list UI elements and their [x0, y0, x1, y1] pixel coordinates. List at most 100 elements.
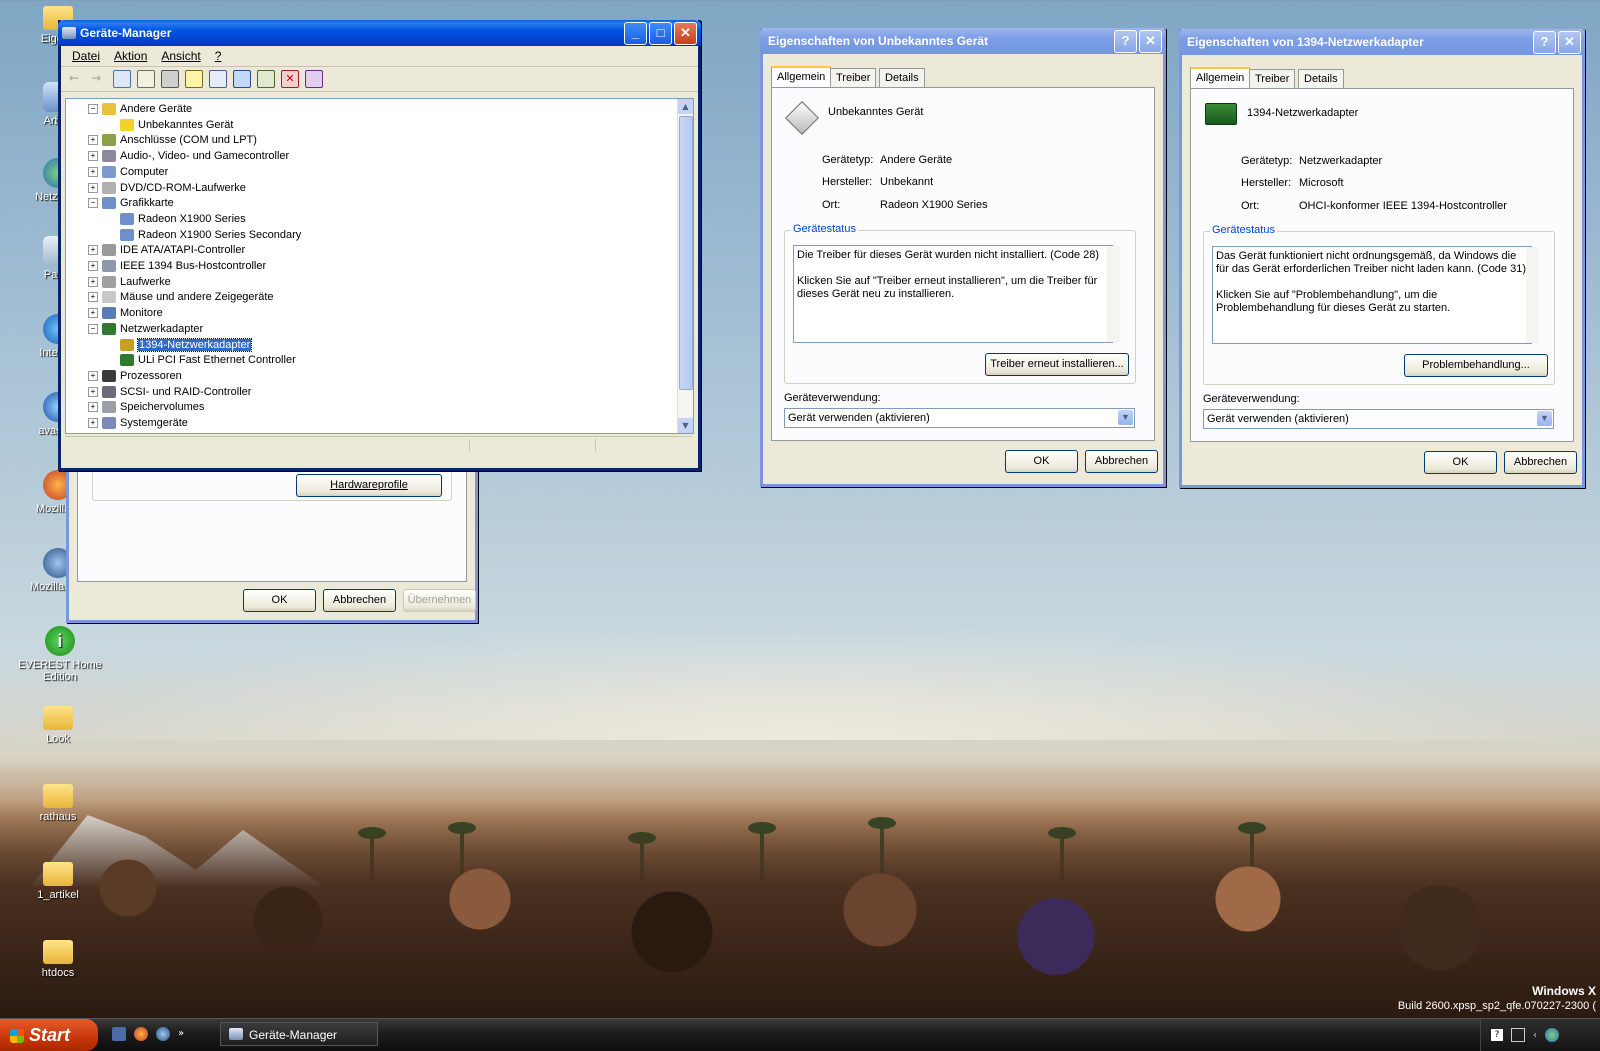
- expand-icon[interactable]: +: [88, 386, 98, 397]
- tree-item[interactable]: + Monitore: [88, 305, 163, 321]
- window-tray-icon[interactable]: [1511, 1028, 1525, 1042]
- scan-hardware-icon[interactable]: [233, 70, 251, 88]
- expand-icon[interactable]: +: [88, 276, 98, 287]
- tree-item[interactable]: Unbekanntes Gerät: [120, 117, 233, 133]
- menu-ansicht[interactable]: Ansicht: [154, 49, 207, 63]
- ok-button[interactable]: OK: [1005, 450, 1078, 473]
- disable-device-icon[interactable]: [305, 70, 323, 88]
- network-tray-icon[interactable]: [1545, 1028, 1559, 1042]
- collapse-icon[interactable]: −: [88, 198, 98, 209]
- print-icon[interactable]: [161, 70, 179, 88]
- device-usage-select[interactable]: Gerät verwenden (aktivieren) ▼: [784, 408, 1135, 428]
- tree-item[interactable]: ULi PCI Fast Ethernet Controller: [120, 352, 296, 368]
- properties-icon[interactable]: [137, 70, 155, 88]
- chevron-down-icon[interactable]: ▼: [1118, 410, 1133, 425]
- expand-icon[interactable]: +: [88, 182, 98, 193]
- expand-icon[interactable]: +: [88, 370, 98, 381]
- taskbar-button-device-manager[interactable]: Geräte-Manager: [220, 1022, 378, 1046]
- device-tree[interactable]: − Andere Geräte Unbekanntes Gerät + Anschlüs…: [65, 98, 694, 434]
- network-adapter-titlebar[interactable]: Eigenschaften von 1394-Netzwerkadapter ?…: [1179, 29, 1585, 55]
- expand-icon[interactable]: +: [88, 292, 98, 303]
- apply-button[interactable]: Übernehmen: [403, 589, 476, 612]
- collapse-icon[interactable]: −: [88, 323, 98, 334]
- tree-item[interactable]: + Prozessoren: [88, 368, 182, 384]
- help-tray-icon[interactable]: ?: [1491, 1029, 1503, 1041]
- chevron-left-icon[interactable]: ‹: [1533, 1030, 1537, 1041]
- tree-item[interactable]: + DVD/CD-ROM-Laufwerke: [88, 180, 246, 196]
- close-button[interactable]: ✕: [1558, 30, 1581, 54]
- desktop-icon[interactable]: rathaus: [18, 784, 98, 823]
- scroll-down-arrow-icon[interactable]: ▼: [678, 418, 693, 433]
- status-scrollbar[interactable]: [1526, 247, 1539, 343]
- start-button[interactable]: Start: [0, 1019, 98, 1051]
- device-manager-titlebar[interactable]: Geräte-Manager _ □ ✕: [58, 20, 701, 46]
- uninstall-icon[interactable]: ✕: [281, 70, 299, 88]
- chevron-right-icon[interactable]: »: [178, 1027, 184, 1043]
- thunderbird-icon[interactable]: [156, 1027, 170, 1041]
- menu-aktion[interactable]: Aktion: [107, 49, 154, 63]
- view-icon[interactable]: [209, 70, 227, 88]
- tree-item[interactable]: − Andere Geräte: [88, 101, 192, 117]
- tree-item[interactable]: Radeon X1900 Series: [120, 211, 246, 227]
- device-status-text[interactable]: Die Treiber für dieses Gerät wurden nich…: [793, 245, 1113, 343]
- unknown-device-titlebar[interactable]: Eigenschaften von Unbekanntes Gerät ? ✕: [760, 28, 1166, 54]
- close-button[interactable]: ✕: [674, 21, 697, 45]
- tree-item[interactable]: − Grafikkarte: [88, 195, 174, 211]
- help-button[interactable]: ?: [1114, 29, 1137, 53]
- tree-item[interactable]: + Audio-, Video- und Gamecontroller: [88, 148, 289, 164]
- tree-scrollbar[interactable]: ▲ ▼: [677, 99, 693, 433]
- chevron-down-icon[interactable]: ▼: [1537, 411, 1552, 426]
- ok-button[interactable]: OK: [1424, 451, 1497, 474]
- expand-icon[interactable]: +: [88, 308, 98, 319]
- show-hide-tree-icon[interactable]: [113, 70, 131, 88]
- menu-help[interactable]: ?: [208, 49, 229, 63]
- scroll-thumb[interactable]: [679, 116, 693, 390]
- desktop-icon[interactable]: htdocs: [18, 940, 98, 979]
- cancel-button[interactable]: Abbrechen: [1504, 451, 1577, 474]
- forward-arrow-icon[interactable]: →: [91, 71, 107, 87]
- cancel-button[interactable]: Abbrechen: [323, 589, 396, 612]
- expand-icon[interactable]: +: [88, 402, 98, 413]
- close-button[interactable]: ✕: [1139, 29, 1162, 53]
- desktop-icon[interactable]: i EVEREST Home Edition: [0, 626, 120, 683]
- tree-item[interactable]: + IEEE 1394 Bus-Hostcontroller: [88, 258, 266, 274]
- menu-datei[interactable]: Datei: [65, 49, 107, 63]
- show-desktop-icon[interactable]: [112, 1027, 126, 1041]
- tree-item[interactable]: Radeon X1900 Series Secondary: [120, 227, 301, 243]
- tree-item[interactable]: + Computer: [88, 164, 168, 180]
- device-status-text[interactable]: Das Gerät funktioniert nicht ordnungsgem…: [1212, 246, 1532, 344]
- tree-item[interactable]: 1394-Netzwerkadapter: [120, 337, 253, 353]
- tree-item[interactable]: + Speichervolumes: [88, 399, 204, 415]
- desktop-icon[interactable]: 1_artikel: [18, 862, 98, 901]
- tree-item[interactable]: + SCSI- und RAID-Controller: [88, 384, 251, 400]
- maximize-button[interactable]: □: [649, 21, 672, 45]
- tree-item[interactable]: + Mäuse und andere Zeigegeräte: [88, 289, 274, 305]
- tab-treiber[interactable]: Treiber: [1249, 69, 1296, 88]
- tree-item[interactable]: + Laufwerke: [88, 274, 171, 290]
- tree-item[interactable]: − Netzwerkadapter: [88, 321, 203, 337]
- expand-icon[interactable]: +: [88, 151, 98, 162]
- ok-button[interactable]: OK: [243, 589, 316, 612]
- tree-item[interactable]: + Systemgeräte: [88, 415, 188, 431]
- status-scrollbar[interactable]: [1107, 246, 1120, 342]
- expand-icon[interactable]: +: [88, 245, 98, 256]
- expand-icon[interactable]: +: [88, 418, 98, 429]
- expand-icon[interactable]: +: [88, 166, 98, 177]
- tree-item[interactable]: + Anschlüsse (COM und LPT): [88, 132, 257, 148]
- update-driver-icon[interactable]: [257, 70, 275, 88]
- cancel-button[interactable]: Abbrechen: [1085, 450, 1158, 473]
- tree-item[interactable]: + IDE ATA/ATAPI-Controller: [88, 242, 245, 258]
- device-usage-select[interactable]: Gerät verwenden (aktivieren) ▼: [1203, 409, 1554, 429]
- reinstall-driver-button[interactable]: Treiber erneut installieren...: [985, 353, 1129, 376]
- troubleshoot-button[interactable]: Problembehandlung...: [1404, 354, 1548, 377]
- hardware-profiles-button[interactable]: Hardwareprofile: [296, 474, 442, 497]
- tab-allgemein[interactable]: Allgemein: [771, 66, 832, 88]
- minimize-button[interactable]: _: [624, 21, 647, 45]
- expand-icon[interactable]: +: [88, 261, 98, 272]
- help-button[interactable]: ?: [1533, 30, 1556, 54]
- tab-details[interactable]: Details: [879, 68, 925, 87]
- firefox-icon[interactable]: [134, 1027, 148, 1041]
- tab-treiber[interactable]: Treiber: [830, 68, 877, 87]
- tab-allgemein[interactable]: Allgemein: [1190, 67, 1251, 89]
- back-arrow-icon[interactable]: ←: [69, 71, 85, 87]
